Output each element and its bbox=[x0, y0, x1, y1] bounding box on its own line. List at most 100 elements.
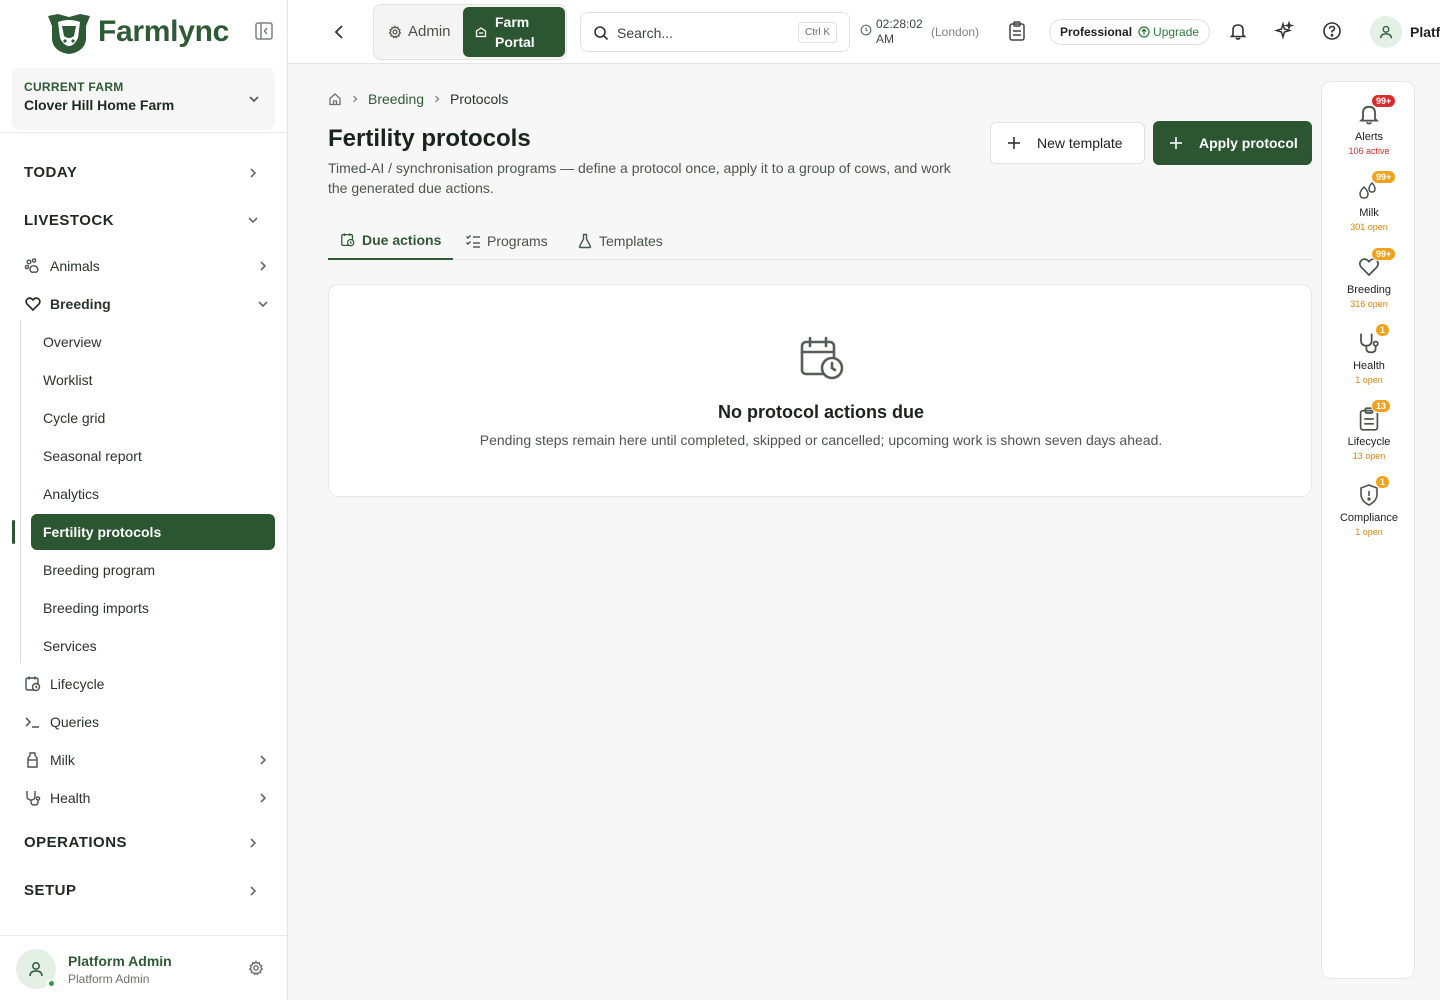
admin-portal-button[interactable]: Admin bbox=[388, 23, 451, 40]
admin-label: Admin bbox=[408, 23, 451, 40]
plan-badge[interactable]: Professional Upgrade bbox=[1049, 19, 1211, 45]
nav-sub-breeding-program[interactable]: Breeding program bbox=[43, 562, 155, 578]
search-icon bbox=[594, 26, 609, 41]
timezone: (London) bbox=[931, 25, 980, 39]
paw-icon bbox=[24, 258, 39, 273]
nav-label: Breeding bbox=[50, 296, 111, 312]
rail-item-lifecycle[interactable]: 13 Lifecycle 13 open bbox=[1322, 399, 1416, 461]
sparkles-icon[interactable] bbox=[1274, 21, 1294, 41]
tab-due-actions[interactable]: Due actions bbox=[328, 222, 454, 260]
nav-sub-breeding-imports[interactable]: Breeding imports bbox=[43, 600, 149, 616]
nav-section-today[interactable]: TODAY bbox=[24, 164, 77, 181]
clock-icon bbox=[860, 24, 872, 36]
chevron-right-icon bbox=[353, 95, 358, 103]
terminal-icon bbox=[25, 717, 39, 728]
cow-logo-icon bbox=[48, 14, 90, 54]
gear-icon bbox=[388, 24, 402, 39]
nav-sub-fertility-protocols[interactable]: Fertility protocols bbox=[31, 514, 275, 550]
calendar-clock-icon bbox=[25, 676, 41, 692]
active-indicator bbox=[12, 520, 15, 544]
chevron-right-icon bbox=[260, 261, 267, 271]
heart-icon bbox=[25, 297, 41, 312]
tab-label: Templates bbox=[599, 233, 663, 249]
empty-state-title: No protocol actions due bbox=[717, 402, 924, 422]
top-bar: Admin Farm Portal Search... Ctrl K 02:28… bbox=[288, 0, 1440, 64]
lifecycle-badge: 13 bbox=[1371, 399, 1392, 413]
rail-item-health[interactable]: 1 Health 1 open bbox=[1322, 323, 1416, 385]
rail-label: Lifecycle bbox=[1347, 436, 1391, 448]
chevron-right-icon bbox=[435, 95, 440, 103]
gear-icon[interactable] bbox=[248, 960, 264, 976]
rail-item-milk[interactable]: 99+ Milk 301 open bbox=[1322, 170, 1416, 232]
rail-status: 1 open bbox=[1355, 375, 1383, 385]
nav-section-livestock[interactable]: LIVESTOCK bbox=[24, 212, 114, 229]
farm-label: CURRENT FARM bbox=[24, 80, 124, 94]
nav-sub-analytics[interactable]: Analytics bbox=[43, 486, 99, 502]
farm-portal-button[interactable]: Farm Portal bbox=[463, 7, 565, 57]
nav-section-operations[interactable]: OPERATIONS bbox=[24, 834, 127, 851]
bell-icon[interactable] bbox=[1228, 21, 1248, 41]
help-circle-icon[interactable] bbox=[1322, 21, 1342, 41]
breeding-badge: 99+ bbox=[1371, 247, 1397, 261]
nav-sub-cycle-grid[interactable]: Cycle grid bbox=[43, 410, 105, 426]
topbar-user-name[interactable]: Platf bbox=[1410, 24, 1440, 40]
chevron-down-icon bbox=[249, 96, 259, 103]
back-arrow-icon[interactable] bbox=[332, 22, 348, 42]
time-value: 02:28:02 bbox=[876, 17, 923, 31]
clipboard-icon[interactable] bbox=[1008, 21, 1026, 41]
tab-templates[interactable]: Templates bbox=[577, 222, 663, 260]
nav-item-milk[interactable]: Milk bbox=[24, 750, 75, 770]
list-checks-icon bbox=[466, 235, 480, 248]
search-shortcut: Ctrl K bbox=[798, 22, 837, 43]
nav-item-health[interactable]: Health bbox=[24, 788, 90, 808]
user-icon bbox=[29, 962, 43, 977]
breadcrumb-breeding[interactable]: Breeding bbox=[368, 91, 424, 107]
farm-selector[interactable]: CURRENT FARM Clover Hill Home Farm bbox=[12, 68, 275, 130]
logo[interactable]: Farmlync bbox=[0, 0, 287, 64]
rail-item-breeding[interactable]: 99+ Breeding 316 open bbox=[1322, 247, 1416, 309]
rail-item-compliance[interactable]: 1 Compliance 1 open bbox=[1322, 475, 1416, 537]
health-badge: 1 bbox=[1375, 323, 1391, 337]
new-template-label: New template bbox=[1037, 135, 1123, 151]
avatar[interactable] bbox=[1370, 16, 1402, 48]
clock-time: 02:28:02 AM bbox=[876, 17, 923, 47]
apply-protocol-button[interactable]: Apply protocol bbox=[1153, 121, 1312, 165]
new-template-button[interactable]: New template bbox=[990, 122, 1145, 164]
rail-label: Alerts bbox=[1354, 131, 1384, 143]
nav-sub-worklist[interactable]: Worklist bbox=[43, 372, 93, 388]
nav-label: Animals bbox=[50, 258, 100, 274]
rail-status: 301 open bbox=[1350, 222, 1388, 232]
nav-item-queries[interactable]: Queries bbox=[24, 712, 99, 732]
empty-state-card: No protocol actions due Pending steps re… bbox=[328, 284, 1312, 497]
rail-status: 106 active bbox=[1348, 146, 1390, 156]
upgrade-link[interactable]: Upgrade bbox=[1138, 25, 1199, 39]
user-icon bbox=[1380, 25, 1392, 39]
farm-name: Clover Hill Home Farm bbox=[24, 97, 175, 113]
nav-item-animals[interactable]: Animals bbox=[24, 256, 100, 276]
nav-item-breeding[interactable]: Breeding bbox=[24, 294, 111, 314]
portal-switcher: Admin Farm Portal bbox=[373, 4, 567, 60]
collapse-sidebar-icon[interactable] bbox=[254, 21, 276, 43]
user-role: Platform Admin bbox=[68, 972, 150, 986]
rail-status: 13 open bbox=[1352, 451, 1386, 461]
nav-sub-overview[interactable]: Overview bbox=[43, 334, 101, 350]
nav-item-lifecycle[interactable]: Lifecycle bbox=[24, 674, 104, 694]
compliance-badge: 1 bbox=[1375, 475, 1391, 489]
user-name: Platform Admin bbox=[68, 953, 172, 969]
rail-label: Milk bbox=[1359, 207, 1379, 219]
nav-section-setup[interactable]: SETUP bbox=[24, 882, 77, 899]
home-icon[interactable] bbox=[328, 92, 342, 106]
stethoscope-icon bbox=[26, 791, 41, 806]
breadcrumb-current: Protocols bbox=[450, 91, 509, 107]
chevron-right-icon bbox=[250, 886, 257, 896]
nav-label: Health bbox=[50, 790, 91, 806]
rail-label: Compliance bbox=[1339, 512, 1399, 524]
user-profile[interactable]: Platform Admin Platform Admin bbox=[0, 935, 287, 1000]
barn-icon bbox=[475, 27, 487, 38]
milk-bottle-icon bbox=[27, 752, 38, 768]
search-bar[interactable]: Search... Ctrl K bbox=[580, 12, 850, 52]
nav-sub-seasonal-report[interactable]: Seasonal report bbox=[43, 448, 142, 464]
nav-sub-services[interactable]: Services bbox=[43, 638, 97, 654]
rail-item-alerts[interactable]: 99+ Alerts 106 active bbox=[1322, 94, 1416, 156]
tab-programs[interactable]: Programs bbox=[465, 222, 548, 260]
